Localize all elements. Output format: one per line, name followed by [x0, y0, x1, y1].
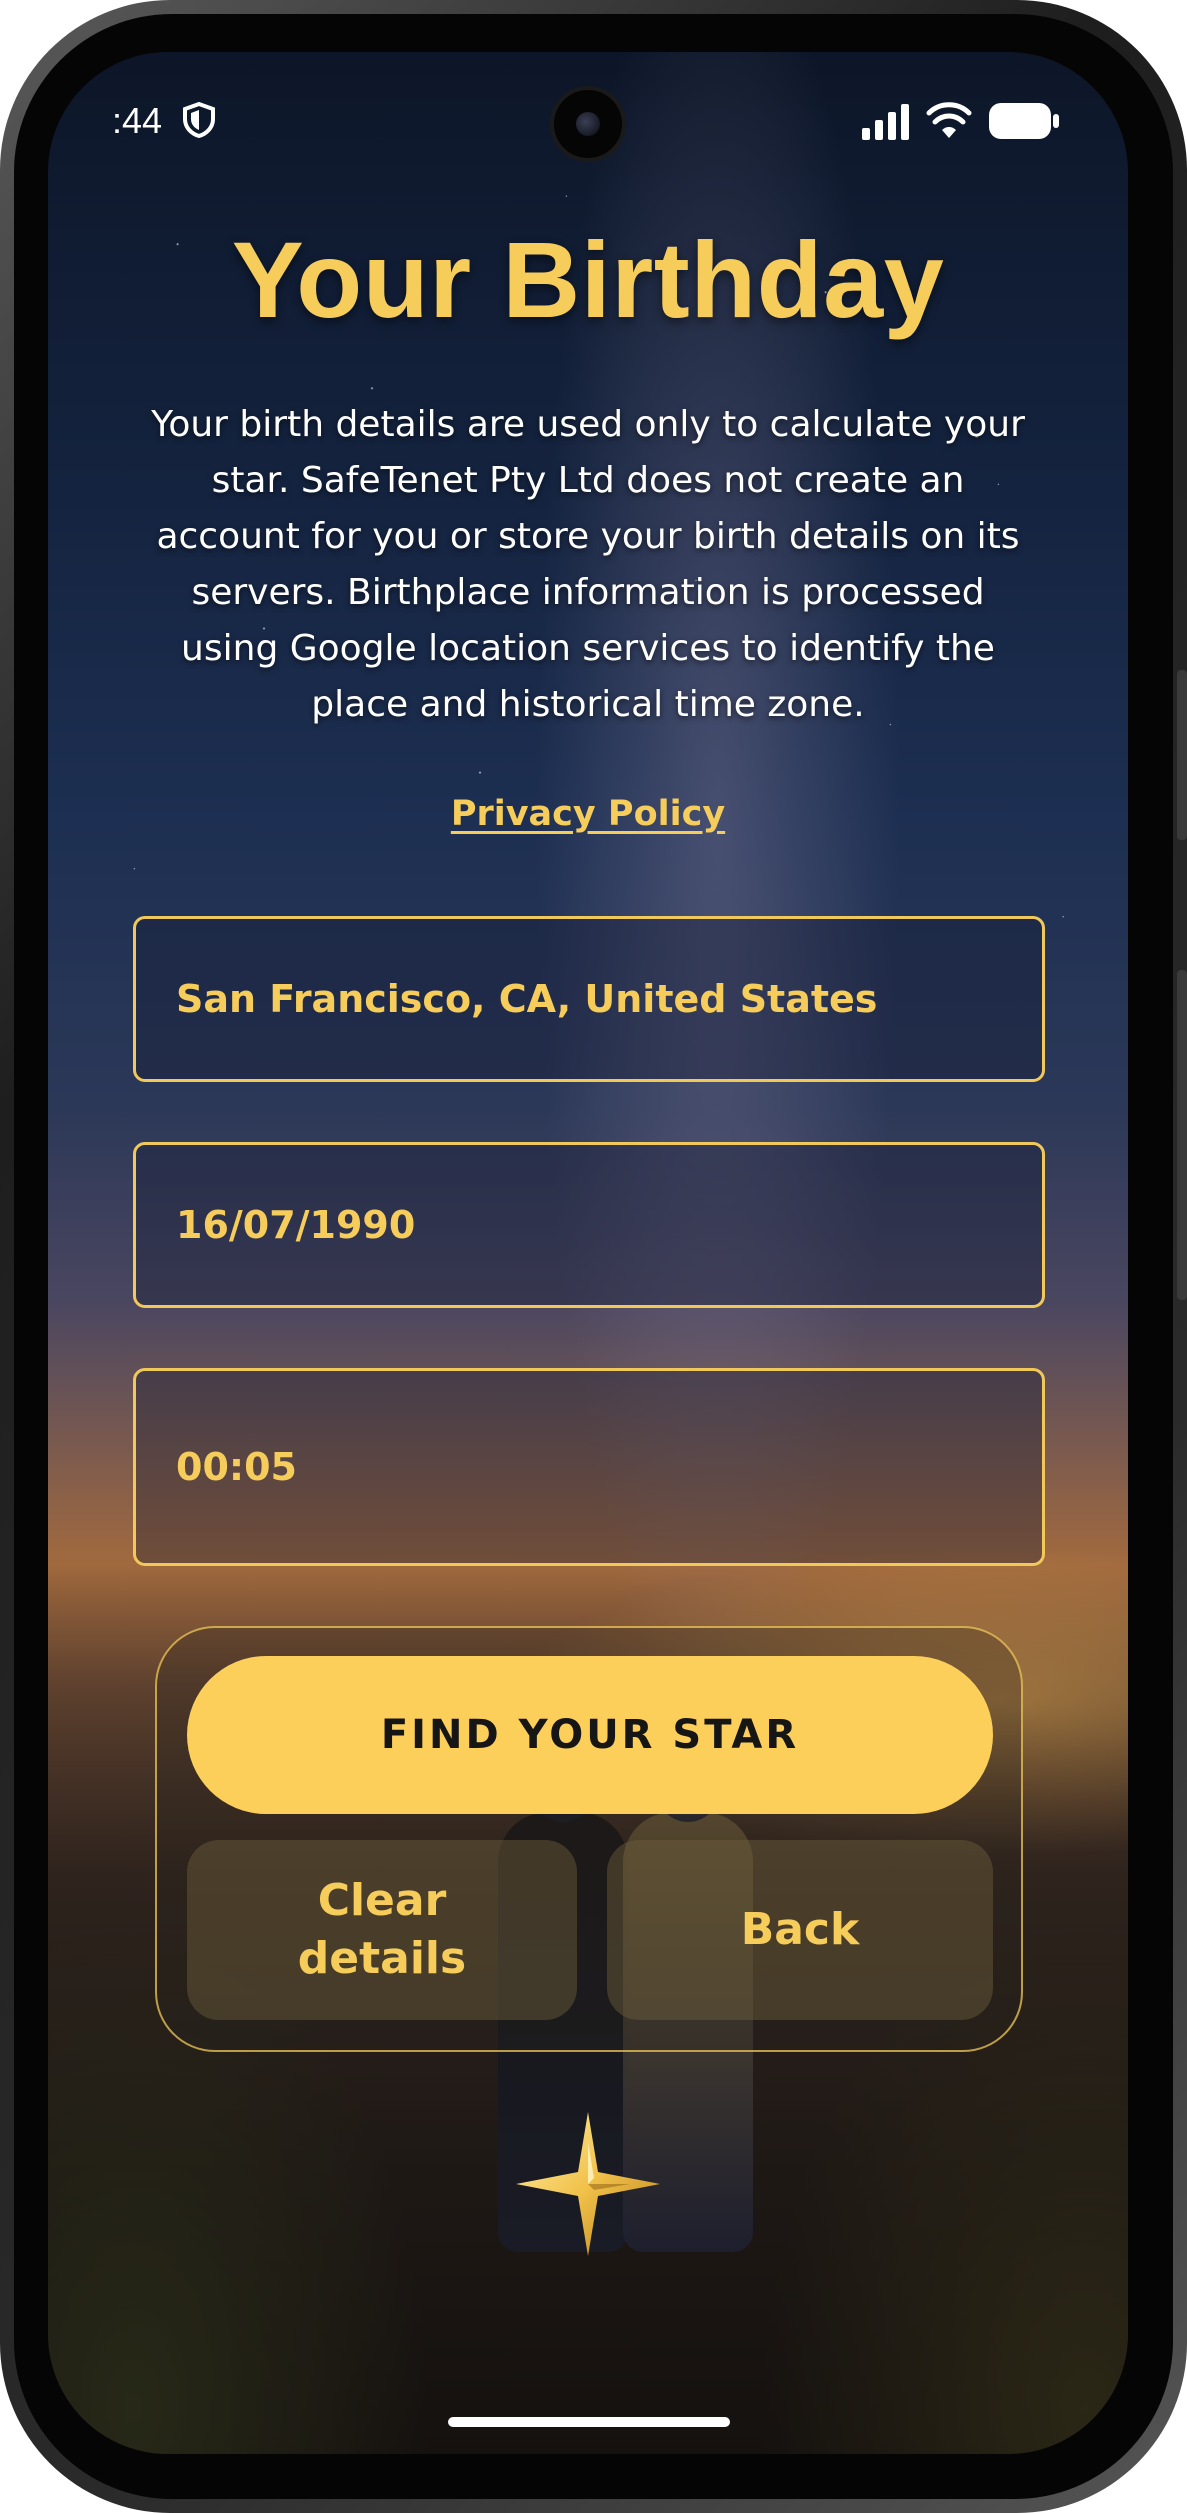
wifi-icon	[926, 102, 972, 138]
home-indicator[interactable]	[448, 2417, 730, 2427]
privacy-policy-link[interactable]: Privacy Policy	[48, 794, 1128, 834]
birth-time-field[interactable]	[133, 1368, 1045, 1566]
birthplace-input[interactable]	[176, 977, 1042, 1021]
clear-details-button[interactable]: Clear details	[187, 1840, 577, 2020]
status-time: :44	[112, 100, 163, 141]
find-your-star-button[interactable]: FIND YOUR STAR	[187, 1656, 993, 1814]
app-screen: :44 Your Birthday Your birth details are…	[48, 52, 1128, 2454]
back-button[interactable]: Back	[607, 1840, 993, 2020]
volume-button	[1177, 970, 1187, 1300]
birth-time-input[interactable]	[176, 1445, 1042, 1489]
battery-icon	[989, 103, 1059, 139]
compass-star-icon	[516, 2112, 660, 2256]
front-camera-icon	[550, 86, 626, 162]
power-button	[1177, 670, 1187, 840]
signal-icon	[862, 104, 909, 140]
page-title: Your Birthday	[231, 219, 945, 340]
status-bar: :44	[48, 52, 1128, 192]
birth-date-field[interactable]	[133, 1142, 1045, 1308]
birthplace-field[interactable]	[133, 916, 1045, 1082]
privacy-description: Your birth details are used only to calc…	[151, 404, 1025, 725]
phone-frame: :44 Your Birthday Your birth details are…	[0, 0, 1187, 2513]
shield-icon	[183, 102, 215, 138]
birth-date-input[interactable]	[176, 1203, 1042, 1247]
